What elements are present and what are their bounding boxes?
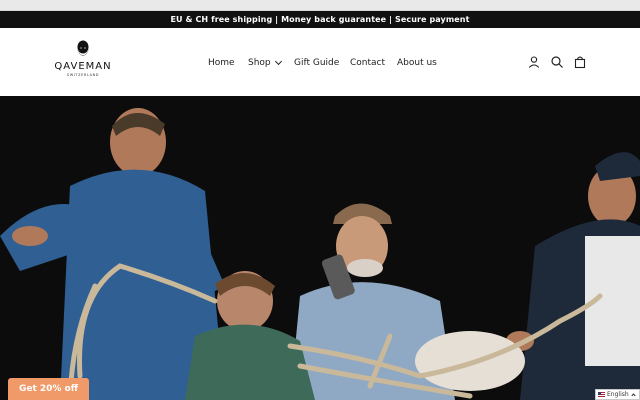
logo-tagline: SWITZERLAND (66, 73, 100, 77)
nav-item-gift-guide[interactable]: Gift Guide (294, 56, 339, 70)
site-logo[interactable]: QAVEMAN SWITZERLAND (50, 40, 116, 84)
chevron-up-icon (631, 393, 636, 398)
logo-wordmark: QAVEMAN (54, 61, 112, 72)
announcement-bar: EU & CH free shipping | Money back guara… (0, 11, 640, 28)
nav-item-contact[interactable]: Contact (350, 56, 385, 70)
cart-icon[interactable] (573, 55, 587, 69)
chevron-down-icon (274, 57, 282, 66)
hero-photo (0, 96, 640, 400)
browser-chrome-bar (0, 0, 640, 11)
nav-item-home[interactable]: Home (208, 56, 235, 70)
search-icon[interactable] (550, 55, 564, 69)
account-icon[interactable] (527, 55, 541, 69)
bearded-man-icon (77, 40, 89, 56)
site-header: QAVEMAN SWITZERLAND Home Shop Gift Guide… (0, 28, 640, 96)
nav-item-about-us[interactable]: About us (397, 56, 437, 70)
us-flag-icon (598, 392, 605, 397)
nav-item-shop-label: Shop (248, 58, 271, 68)
hero-banner (0, 96, 640, 400)
language-selected: English (607, 391, 629, 398)
announcement-text: EU & CH free shipping | Money back guara… (170, 15, 470, 24)
discount-popup-button[interactable]: Get 20% off (8, 378, 89, 400)
language-selector[interactable]: English (595, 389, 640, 400)
nav-item-shop[interactable]: Shop (248, 56, 282, 70)
